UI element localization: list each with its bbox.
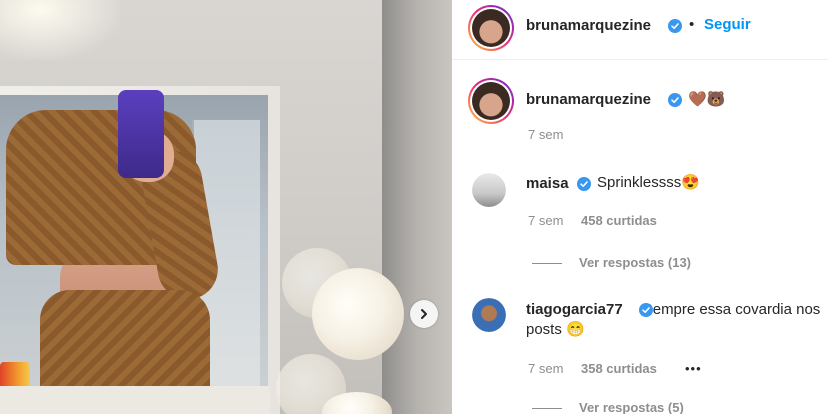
header-username[interactable]: brunamarquezine [526, 17, 651, 34]
verified-badge-icon [668, 19, 682, 33]
caption-time[interactable]: 7 sem [528, 127, 563, 142]
avatar[interactable] [472, 173, 506, 207]
verified-badge-icon [668, 93, 682, 107]
verified-badge-icon [639, 303, 653, 317]
avatar[interactable] [472, 298, 506, 332]
phone [118, 90, 164, 178]
comment-likes[interactable]: 358 curtidas [581, 361, 657, 376]
wall-corner [382, 0, 452, 414]
comment-text: Sprinklessss😍 [597, 174, 700, 191]
view-replies-button[interactable]: Ver respostas (5) [579, 400, 684, 414]
comment-likes[interactable]: 458 curtidas [581, 213, 657, 228]
post-photo [0, 0, 452, 414]
replies-divider [532, 263, 562, 264]
view-replies-button[interactable]: Ver respostas (13) [579, 255, 691, 270]
caption-text: 🤎🐻 [688, 90, 726, 108]
vanity-bulb [312, 268, 404, 360]
wall-light-glow [0, 0, 120, 60]
comments-panel: brunamarquezine • Seguir brunamarquezine… [452, 0, 828, 414]
profile-photo [472, 298, 506, 332]
comment-body: tiagogarcia77 Sempre essa covardia nos po… [526, 300, 826, 340]
verified-badge-icon [577, 177, 591, 191]
profile-photo [472, 173, 506, 207]
avatar[interactable] [468, 78, 514, 124]
carousel-next-button[interactable] [410, 300, 438, 328]
chevron-right-icon [421, 309, 427, 319]
profile-photo [472, 9, 510, 47]
comment-username[interactable]: maisa [526, 175, 569, 192]
more-options-button[interactable]: ••• [685, 361, 702, 376]
vanity-table [0, 386, 270, 414]
post-header: brunamarquezine • Seguir [452, 0, 828, 60]
comment-time[interactable]: 7 sem [528, 361, 563, 376]
comment-time[interactable]: 7 sem [528, 213, 563, 228]
follow-button[interactable]: Seguir [704, 16, 751, 33]
separator-dot: • [689, 16, 695, 33]
replies-divider [532, 408, 562, 409]
profile-photo [472, 82, 510, 120]
avatar[interactable] [468, 5, 514, 51]
comment-username[interactable]: tiagogarcia77 [526, 301, 623, 318]
caption-username[interactable]: brunamarquezine [526, 91, 651, 108]
